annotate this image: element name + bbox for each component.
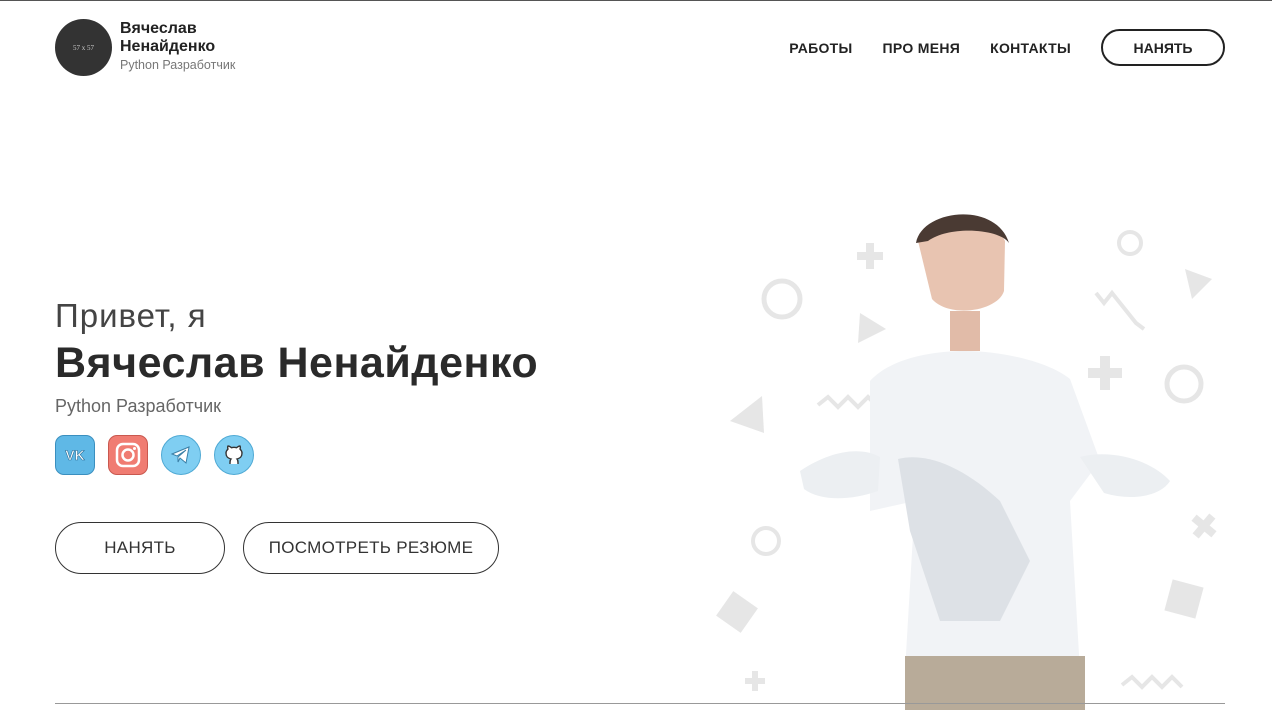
brand-role: Python Разработчик bbox=[120, 58, 236, 72]
header-hire-button[interactable]: НАНЯТЬ bbox=[1101, 29, 1225, 66]
portrait-photo bbox=[800, 214, 1170, 710]
hero-illustration bbox=[716, 214, 1217, 710]
hero-name: Вячеслав Ненайденко bbox=[55, 339, 539, 387]
section-divider bbox=[55, 703, 1225, 704]
brand[interactable]: Вячеслав Ненайденко Python Разработчик bbox=[120, 20, 260, 72]
avatar[interactable]: 57 x 57 bbox=[55, 19, 112, 76]
instagram-icon[interactable] bbox=[108, 435, 148, 475]
nav-link-about[interactable]: ПРО МЕНЯ bbox=[883, 40, 961, 56]
hero-actions: НАНЯТЬ ПОСМОТРЕТЬ РЕЗЮМЕ bbox=[55, 522, 538, 574]
hire-button[interactable]: НАНЯТЬ bbox=[55, 522, 225, 574]
nav-link-works[interactable]: РАБОТЫ bbox=[789, 40, 852, 56]
hero-section: Привет, я Вячеслав Ненайденко Python Раз… bbox=[55, 297, 538, 574]
telegram-icon[interactable] bbox=[161, 435, 201, 475]
hero-greeting: Привет, я bbox=[55, 297, 207, 334]
nav-link-contacts[interactable]: КОНТАКТЫ bbox=[990, 40, 1071, 56]
view-resume-button[interactable]: ПОСМОТРЕТЬ РЕЗЮМЕ bbox=[243, 522, 499, 574]
vk-icon[interactable]: VK bbox=[55, 435, 95, 475]
site-header: 57 x 57 Вячеслав Ненайденко Python Разра… bbox=[55, 19, 1225, 79]
brand-name: Вячеслав Ненайденко bbox=[120, 20, 216, 55]
svg-text:VK: VK bbox=[65, 447, 84, 463]
social-links: VK bbox=[55, 435, 538, 475]
github-icon[interactable] bbox=[214, 435, 254, 475]
hero-role: Python Разработчик bbox=[55, 396, 222, 416]
main-nav: РАБОТЫ ПРО МЕНЯ КОНТАКТЫ НАНЯТЬ bbox=[789, 29, 1225, 66]
